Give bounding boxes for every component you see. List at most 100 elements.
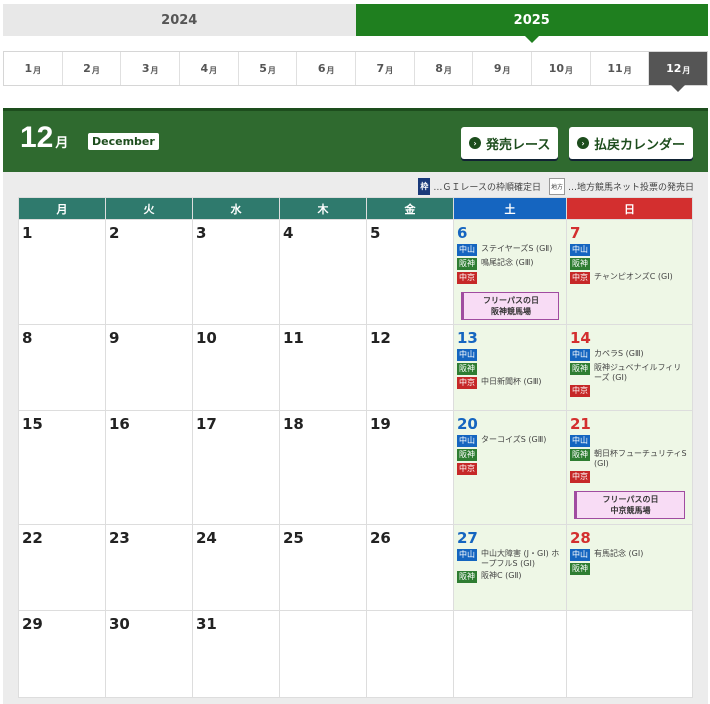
- race-name: ステイヤーズS (GⅡ): [481, 244, 553, 253]
- free-pass-banner[interactable]: フリーパスの日 阪神競馬場: [461, 292, 559, 320]
- race-name: 朝日杯フューチュリティS (GⅠ): [594, 449, 687, 468]
- calendar-day-cell[interactable]: 19: [366, 410, 454, 525]
- calendar-day-cell[interactable]: 24: [192, 524, 280, 611]
- calendar-day-cell[interactable]: 18: [279, 410, 367, 525]
- day-number: 31: [196, 615, 217, 633]
- calendar-day-cell[interactable]: 28 中山 有馬記念 (GⅠ) 阪神: [566, 524, 693, 611]
- day-number: 15: [22, 415, 43, 433]
- calendar-header: 12 月 December › 発売レース › 払戻カレンダー: [3, 108, 708, 172]
- calendar-day-cell[interactable]: 25: [279, 524, 367, 611]
- calendar-day-cell[interactable]: 21 中山 阪神 朝日杯フューチュリティS (GⅠ) 中京 フリーパスの日 中京競馬場: [566, 410, 693, 525]
- day-number: 14: [570, 329, 591, 347]
- calendar-day-cell[interactable]: 31: [192, 610, 280, 698]
- race-event[interactable]: 中京: [457, 463, 563, 475]
- calendar-day-cell[interactable]: 2: [105, 219, 193, 325]
- free-pass-banner[interactable]: フリーパスの日 中京競馬場: [574, 491, 685, 519]
- race-event[interactable]: 中山 ステイヤーズS (GⅡ): [457, 244, 563, 256]
- month-tab-5[interactable]: 5月: [239, 52, 298, 85]
- month-unit: 月: [385, 65, 394, 75]
- calendar-day-cell[interactable]: 22: [18, 524, 106, 611]
- month-tab-2[interactable]: 2月: [63, 52, 122, 85]
- refund-calendar-button[interactable]: › 払戻カレンダー: [569, 127, 694, 159]
- calendar-day-cell[interactable]: 17: [192, 410, 280, 525]
- day-number: 28: [570, 529, 591, 547]
- race-event[interactable]: 中京 中日新聞杯 (GⅢ): [457, 377, 563, 389]
- calendar-day-cell[interactable]: 23: [105, 524, 193, 611]
- month-tab-1[interactable]: 1月: [4, 52, 63, 85]
- race-name: 阪神ジュベナイルフィリーズ (GⅠ): [594, 363, 682, 382]
- calendar-day-cell[interactable]: 12: [366, 324, 454, 411]
- calendar-day-cell[interactable]: 13 中山 阪神 中京 中日新聞杯 (GⅢ): [453, 324, 567, 411]
- race-event[interactable]: 阪神: [570, 258, 689, 270]
- calendar-panel: 枠 …ＧＩレースの枠順確定日 地方 …地方競馬ネット投票の発売日 月火水木金土日…: [3, 172, 708, 704]
- race-event[interactable]: 中山 中山大障害 (J・GⅠ) ホープフルS (GⅠ): [457, 549, 563, 569]
- calendar-day-cell[interactable]: 27 中山 中山大障害 (J・GⅠ) ホープフルS (GⅠ) 阪神 阪神C (GⅡ): [453, 524, 567, 611]
- frame-fixed-badge: 枠: [418, 178, 431, 195]
- calendar-day-cell[interactable]: 1: [18, 219, 106, 325]
- calendar-day-cell[interactable]: 7 中山 阪神 中京 チャンピオンズC (GⅠ): [566, 219, 693, 325]
- race-event[interactable]: 中山 ターコイズS (GⅢ): [457, 435, 563, 447]
- month-unit: 月: [150, 65, 159, 75]
- month-tab-8[interactable]: 8月: [415, 52, 474, 85]
- venue-badge: 中山: [570, 349, 590, 361]
- weekday-header: 土: [453, 197, 567, 220]
- calendar-day-cell[interactable]: 14 中山 カペラS (GⅢ) 阪神 阪神ジュベナイルフィリーズ (GⅠ) 中京: [566, 324, 693, 411]
- calendar-day-cell[interactable]: 4: [279, 219, 367, 325]
- calendar-day-cell[interactable]: 30: [105, 610, 193, 698]
- race-event[interactable]: 中山: [570, 244, 689, 256]
- calendar-week: 8 9 10 11 12 13 中山 阪神 中京 中日新聞杯 (GⅢ) 14 中山 カペラS (GⅢ) 阪…: [18, 324, 693, 411]
- venue-badge: 中山: [570, 244, 590, 256]
- month-tab-3[interactable]: 3月: [121, 52, 181, 85]
- month-tab-4[interactable]: 4月: [180, 52, 239, 85]
- calendar-day-cell[interactable]: 29: [18, 610, 106, 698]
- race-event[interactable]: 中京: [457, 272, 563, 284]
- venue-badge: 中京: [570, 385, 590, 397]
- venue-badge: 阪神: [570, 258, 590, 270]
- month-tab-11[interactable]: 11 月: [591, 52, 650, 85]
- sale-races-button[interactable]: › 発売レース: [461, 127, 559, 159]
- race-event[interactable]: 中山 カペラS (GⅢ): [570, 349, 689, 361]
- month-tab-12[interactable]: 12 月: [649, 52, 708, 92]
- race-event[interactable]: 中京 チャンピオンズC (GⅠ): [570, 272, 689, 284]
- race-event[interactable]: 阪神 朝日杯フューチュリティS (GⅠ): [570, 449, 689, 469]
- race-event[interactable]: 阪神 阪神C (GⅡ): [457, 571, 563, 583]
- calendar-day-cell[interactable]: 6 中山 ステイヤーズS (GⅡ) 阪神 鳴尾記念 (GⅢ) 中京 フリーパスの日 阪神競馬場: [453, 219, 567, 325]
- calendar-day-cell[interactable]: 11: [279, 324, 367, 411]
- month-unit: 月: [565, 65, 574, 75]
- race-event[interactable]: 阪神 阪神ジュベナイルフィリーズ (GⅠ): [570, 363, 689, 383]
- calendar-day-cell[interactable]: 8: [18, 324, 106, 411]
- day-number: 29: [22, 615, 43, 633]
- calendar-day-cell[interactable]: 5: [366, 219, 454, 325]
- race-event[interactable]: 中京: [570, 385, 689, 397]
- venue-badge: 阪神: [457, 258, 477, 270]
- month-number: 7: [376, 62, 385, 75]
- race-event[interactable]: 阪神: [570, 563, 689, 575]
- calendar-day-cell[interactable]: 26: [366, 524, 454, 611]
- day-number: 4: [283, 224, 294, 242]
- race-event[interactable]: 中山: [457, 349, 563, 361]
- venue-badge: 阪神: [457, 363, 477, 375]
- venue-badge: 中山: [570, 435, 590, 447]
- calendar-day-cell[interactable]: 16: [105, 410, 193, 525]
- weekday-header: 月: [18, 197, 106, 220]
- month-tab-9[interactable]: 9月: [473, 52, 533, 85]
- race-event[interactable]: 中山: [570, 435, 689, 447]
- race-event[interactable]: 中山 有馬記念 (GⅠ): [570, 549, 689, 561]
- calendar-day-cell[interactable]: 9: [105, 324, 193, 411]
- year-tab-2025[interactable]: 2025: [355, 4, 708, 43]
- free-pass-venue: 中京競馬場: [610, 506, 651, 515]
- race-event[interactable]: 阪神: [457, 363, 563, 375]
- race-event[interactable]: 中京: [570, 471, 689, 483]
- chevron-right-icon: ›: [469, 137, 481, 149]
- month-tab-7[interactable]: 7月: [356, 52, 415, 85]
- calendar-day-cell[interactable]: 3: [192, 219, 280, 325]
- year-tab-2024[interactable]: 2024: [3, 4, 356, 36]
- month-tab-10[interactable]: 10 月: [532, 52, 591, 85]
- venue-badge: 阪神: [570, 363, 590, 375]
- race-event[interactable]: 阪神: [457, 449, 563, 461]
- race-event[interactable]: 阪神 鳴尾記念 (GⅢ): [457, 258, 563, 270]
- calendar-day-cell[interactable]: 15: [18, 410, 106, 525]
- calendar-day-cell[interactable]: 10: [192, 324, 280, 411]
- month-tab-6[interactable]: 6月: [297, 52, 357, 85]
- calendar-day-cell[interactable]: 20 中山 ターコイズS (GⅢ) 阪神 中京: [453, 410, 567, 525]
